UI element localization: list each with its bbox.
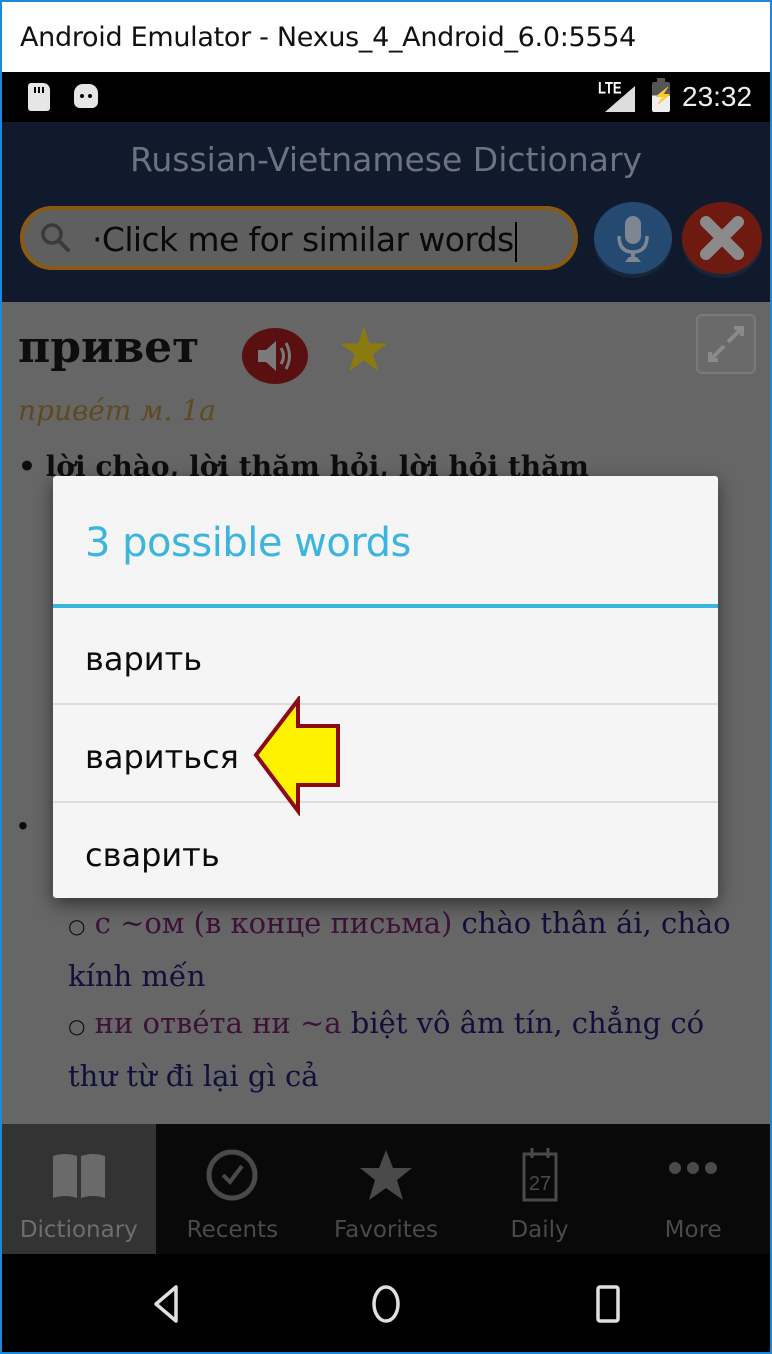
calendar-icon: 27 [522,1148,558,1202]
dialog-option[interactable]: варить [53,608,718,705]
example-item: ○ ни отве́та ни ~а biệt vô âm tín, chẳng… [68,998,758,1101]
book-icon [52,1154,105,1198]
search-input[interactable]: ·Click me for similar words [20,206,578,270]
clock-check-icon [206,1149,258,1201]
pronunciation: приве́т м. 1а [18,394,216,427]
tab-favorites[interactable]: Favorites [309,1124,463,1254]
tab-label: Daily [510,1217,569,1243]
search-icon [41,223,70,252]
mic-icon [617,216,649,262]
back-icon[interactable] [142,1284,192,1324]
text-caret [514,221,517,262]
option-label: варить [85,640,203,678]
dialog-option[interactable]: сварить [53,804,718,901]
option-label: вариться [85,738,239,776]
tab-label: Dictionary [19,1217,138,1243]
bullet: • [18,450,36,483]
example-marker: ○ [68,1014,86,1038]
clear-search-button[interactable] [682,202,762,274]
headword: привет [18,322,200,373]
battery-charging-icon [652,78,673,112]
example-russian[interactable]: ни отве́та ни ~а [95,1006,342,1040]
tab-label: Recents [186,1217,279,1243]
sd-card-icon [28,83,50,111]
android-debug-icon [74,84,98,108]
tab-recents[interactable]: Recents [156,1124,310,1254]
pronounce-button[interactable] [242,328,308,384]
tab-daily[interactable]: 27 Daily [463,1124,617,1254]
dialog-title: 3 possible words [85,520,411,566]
tab-label: Favorites [334,1217,438,1243]
bullet: • [18,810,28,841]
search-text[interactable]: ·Click me for similar words [92,220,517,262]
home-icon[interactable] [361,1284,411,1324]
example-russian[interactable]: с ~ом (в конце письма) [95,906,453,940]
pointer-arrow-icon [253,696,340,816]
tab-label: More [664,1217,722,1243]
voice-search-button[interactable] [594,202,672,274]
example-item: ○ с ~ом (в конце письма) chào thân ái, c… [68,898,758,1001]
bottom-tab-bar: Dictionary Recents Favorites 27 Daily Mo… [2,1124,770,1254]
status-time: 23:32 [682,81,753,112]
search-value: ·Click me for similar words [92,220,514,259]
tab-dictionary[interactable]: Dictionary [2,1124,156,1254]
similar-words-dialog: 3 possible words варить вариться сварить [53,476,718,898]
dialog-option[interactable]: вариться [53,706,718,803]
system-nav-bar [2,1254,770,1352]
status-bar: LTE 23:32 [2,72,770,122]
favorite-star-icon[interactable]: ★ [336,320,392,382]
expand-button[interactable] [696,314,756,374]
app-header: Russian-Vietnamese Dictionary ·Click me … [2,122,770,302]
star-icon [359,1150,412,1200]
close-icon [700,216,744,260]
example-marker: ○ [68,914,86,938]
option-label: сварить [85,836,220,874]
speaker-icon [258,341,291,371]
app-title: Russian-Vietnamese Dictionary [129,140,643,179]
more-dots-icon [669,1162,718,1174]
calendar-day: 27 [528,1173,550,1195]
signal-icon [605,86,635,112]
expand-icon [708,326,744,362]
tab-more[interactable]: More [616,1124,770,1254]
recent-apps-icon[interactable] [584,1284,634,1324]
